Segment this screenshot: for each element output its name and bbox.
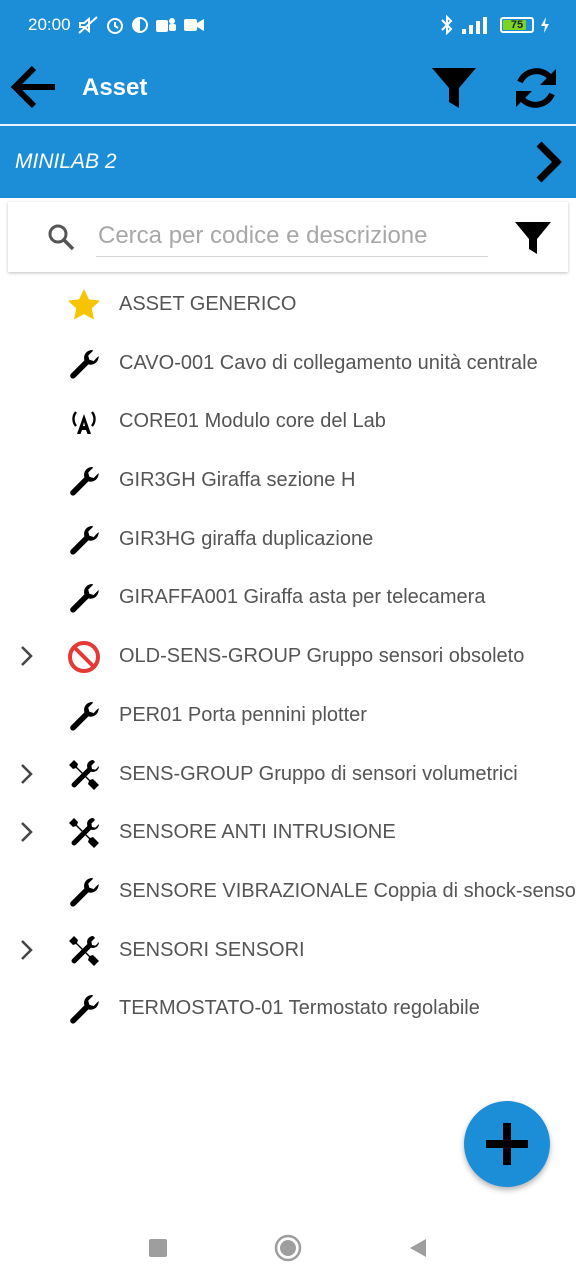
list-item[interactable]: TERMOSTATO-01 Termostato regolabile: [0, 979, 576, 1038]
list-item[interactable]: GIR3HG giraffa duplicazione: [0, 510, 576, 569]
chevron-right-icon[interactable]: [14, 761, 38, 787]
list-item-label: GIRAFFA001 Giraffa asta per telecamera: [119, 586, 486, 609]
list-item[interactable]: GIR3GH Giraffa sezione H: [0, 451, 576, 510]
list-item-label: SENSORE ANTI INTRUSIONE: [119, 821, 396, 844]
wrench-icon: [66, 463, 102, 499]
list-item-label: CORE01 Modulo core del Lab: [119, 410, 386, 433]
alarm-icon: [106, 18, 123, 34]
status-notification-icons: [77, 15, 205, 35]
star-icon: [66, 287, 102, 323]
search-input[interactable]: [96, 216, 488, 257]
status-bar: 20:00 75: [0, 0, 576, 50]
list-item-label: TERMOSTATO-01 Termostato regolabile: [119, 997, 480, 1020]
mute-icon: [77, 16, 98, 34]
wrench-icon: [66, 874, 102, 910]
teams-icon: [155, 18, 176, 32]
list-item-label: SENS-GROUP Gruppo di sensori volumetrici: [119, 762, 518, 785]
signal-icon: [462, 17, 487, 34]
recent-apps-icon[interactable]: [146, 1236, 170, 1260]
prohibited-icon: [66, 639, 102, 675]
status-time: 20:00: [28, 15, 71, 34]
list-item[interactable]: SENS-GROUP Gruppo di sensori volumetrici: [0, 745, 576, 804]
asset-list: ASSET GENERICO CAVO-001 Cavo di collegame…: [0, 275, 576, 1038]
list-item[interactable]: SENSORE VIBRAZIONALE Coppia di shock-sen…: [0, 862, 576, 921]
filter-icon[interactable]: [430, 64, 478, 112]
list-item-label: SENSORE VIBRAZIONALE Coppia di shock-sen…: [119, 879, 576, 902]
battery-level: 75: [510, 19, 524, 31]
list-item[interactable]: GIRAFFA001 Giraffa asta per telecamera: [0, 568, 576, 627]
wrench-icon: [66, 346, 102, 382]
list-item[interactable]: CORE01 Modulo core del Lab: [0, 392, 576, 451]
app-bar: Asset: [0, 50, 576, 124]
list-item[interactable]: PER01 Porta pennini plotter: [0, 686, 576, 745]
location-label: MINILAB 2: [15, 150, 117, 173]
app-badge-icon: [131, 17, 148, 33]
list-item-label: CAVO-001 Cavo di collegamento unità cent…: [119, 351, 538, 374]
charging-icon: [541, 17, 549, 33]
battery-icon: 75: [500, 17, 534, 33]
bluetooth-icon: [441, 15, 453, 35]
filter-icon[interactable]: [513, 218, 553, 258]
list-item[interactable]: ASSET GENERICO: [0, 275, 576, 334]
search-icon: [48, 224, 75, 251]
list-item-label: PER01 Porta pennini plotter: [119, 703, 367, 726]
tools-icon: [66, 757, 102, 793]
list-item[interactable]: CAVO-001 Cavo di collegamento unità cent…: [0, 334, 576, 393]
chevron-right-icon[interactable]: [14, 643, 38, 669]
wrench-icon: [66, 698, 102, 734]
antenna-icon: [66, 404, 102, 440]
back-arrow-icon[interactable]: [10, 64, 58, 110]
tools-icon: [66, 933, 102, 969]
list-item[interactable]: SENSORI SENSORI: [0, 921, 576, 980]
page-title: Asset: [82, 74, 148, 101]
list-item-label: OLD-SENS-GROUP Gruppo sensori obsoleto: [119, 645, 525, 668]
chevron-right-icon[interactable]: [14, 819, 38, 845]
location-bar[interactable]: MINILAB 2: [0, 126, 576, 198]
list-item-label: ASSET GENERICO: [119, 293, 297, 315]
add-asset-button[interactable]: [464, 1101, 550, 1187]
wrench-icon: [66, 522, 102, 558]
wrench-icon: [66, 580, 102, 616]
plus-icon: [486, 1123, 528, 1165]
wrench-icon: [66, 991, 102, 1027]
search-card: [8, 202, 568, 272]
system-nav-bar: [0, 1216, 576, 1280]
video-icon: [183, 19, 204, 31]
chevron-right-icon[interactable]: [530, 140, 570, 184]
home-icon[interactable]: [274, 1234, 302, 1262]
chevron-right-icon[interactable]: [14, 937, 38, 963]
list-item-label: GIR3HG giraffa duplicazione: [119, 527, 374, 550]
list-item-label: SENSORI SENSORI: [119, 938, 305, 961]
list-item-label: GIR3GH Giraffa sezione H: [119, 469, 356, 492]
back-nav-icon[interactable]: [406, 1236, 430, 1260]
tools-icon: [66, 815, 102, 851]
refresh-icon[interactable]: [512, 64, 560, 112]
list-item[interactable]: OLD-SENS-GROUP Gruppo sensori obsoleto: [0, 627, 576, 686]
list-item[interactable]: SENSORE ANTI INTRUSIONE: [0, 803, 576, 862]
